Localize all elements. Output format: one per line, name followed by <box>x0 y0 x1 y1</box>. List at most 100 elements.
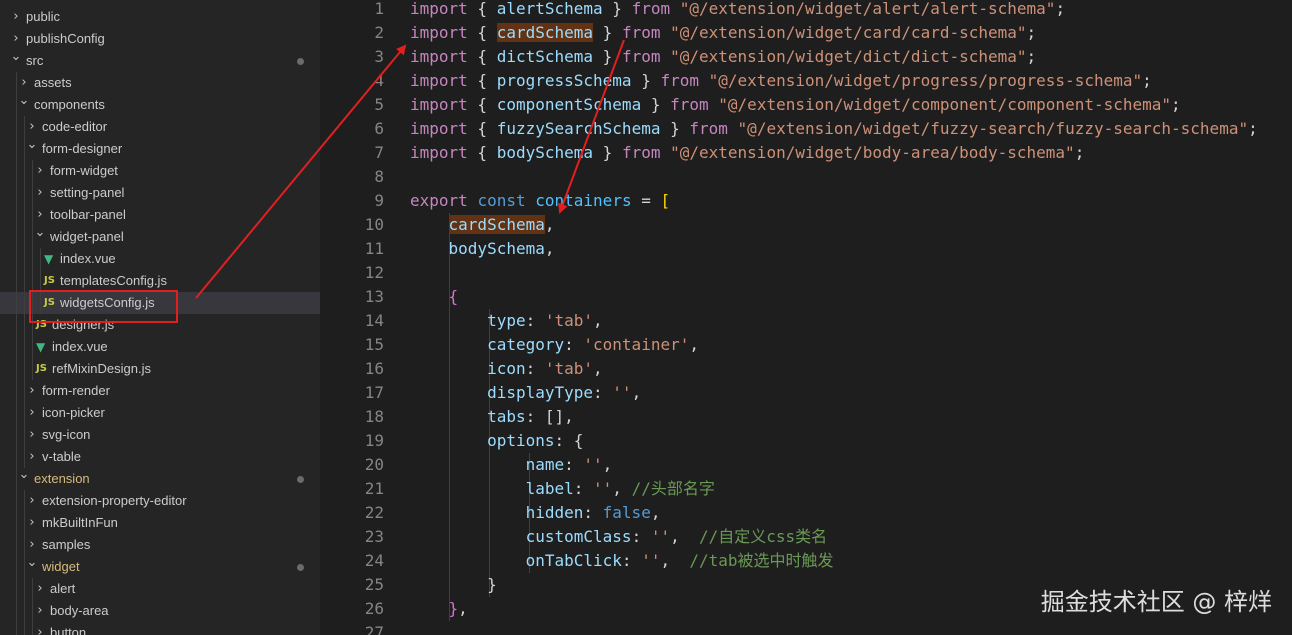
code-token: fuzzySearchSchema <box>496 119 661 138</box>
code-line[interactable]: 24 onTabClick: '', //tab被选中时触发 <box>320 549 1292 573</box>
code-line[interactable]: 3 import { dictSchema } from "@/extension… <box>320 45 1292 69</box>
code-line[interactable]: 18 tabs: [], <box>320 405 1292 429</box>
chevron-right-icon[interactable]: › <box>34 622 46 635</box>
line-number: 2 <box>374 23 384 42</box>
code-line[interactable]: 2 import { cardSchema } from "@/extension… <box>320 21 1292 45</box>
tree-item[interactable]: › code-editor <box>0 116 320 138</box>
tree-item[interactable]: JS refMixinDesign.js <box>0 358 320 380</box>
tree-item[interactable]: › samples <box>0 534 320 556</box>
tree-item[interactable]: › icon-picker <box>0 402 320 424</box>
chevron-right-icon[interactable]: › <box>34 204 46 226</box>
chevron-down-icon[interactable]: ⌄ <box>34 226 46 248</box>
chevron-right-icon[interactable]: › <box>26 490 38 512</box>
chevron-right-icon[interactable]: › <box>10 28 22 50</box>
line-number: 4 <box>374 71 384 90</box>
tree-item[interactable]: JS designer.js <box>0 314 320 336</box>
tree-item[interactable]: ⌄ widget <box>0 556 320 578</box>
chevron-down-icon[interactable]: ⌄ <box>26 556 38 578</box>
code-line[interactable]: 13 { <box>320 285 1292 309</box>
tree-item[interactable]: ⌄ widget-panel <box>0 226 320 248</box>
chevron-down-icon[interactable]: ⌄ <box>26 138 38 160</box>
tree-item[interactable]: › setting-panel <box>0 182 320 204</box>
code-line[interactable]: 27 <box>320 621 1292 635</box>
tree-item-label: designer.js <box>52 317 115 332</box>
code-line[interactable]: 5 import { componentSchema } from "@/exte… <box>320 93 1292 117</box>
code-line[interactable]: 15 category: 'container', <box>320 333 1292 357</box>
tree-item[interactable]: ⌄ form-designer <box>0 138 320 160</box>
code-line[interactable]: 20 name: '', <box>320 453 1292 477</box>
code-line[interactable]: 17 displayType: '', <box>320 381 1292 405</box>
chevron-right-icon[interactable]: › <box>34 182 46 204</box>
code-text: name: '', <box>410 453 613 477</box>
chevron-right-icon[interactable]: › <box>26 380 38 402</box>
chevron-right-icon[interactable]: › <box>26 446 38 468</box>
chevron-right-icon[interactable]: › <box>26 402 38 424</box>
tree-item[interactable]: › public <box>0 6 320 28</box>
code-line[interactable]: 23 customClass: '', //自定义css类名 <box>320 525 1292 549</box>
code-text: import { cardSchema } from "@/extension/… <box>410 21 1036 45</box>
code-line[interactable]: 1 import { alertSchema } from "@/extensio… <box>320 0 1292 21</box>
tree-item[interactable]: › publishConfig <box>0 28 320 50</box>
code-line[interactable]: 8 <box>320 165 1292 189</box>
tree-item[interactable]: › body-area <box>0 600 320 622</box>
code-token: bodySchema <box>496 143 594 162</box>
modified-dot-icon <box>297 58 304 65</box>
tree-item[interactable]: › v-table <box>0 446 320 468</box>
chevron-right-icon[interactable]: › <box>26 534 38 556</box>
tree-item[interactable]: JS templatesConfig.js <box>0 270 320 292</box>
chevron-down-icon[interactable]: ⌄ <box>18 468 30 490</box>
code-text: export const containers = [ <box>410 189 670 213</box>
chevron-right-icon[interactable]: › <box>34 160 46 182</box>
code-line[interactable]: 11 bodySchema, <box>320 237 1292 261</box>
chevron-right-icon[interactable]: › <box>34 578 46 600</box>
tree-item[interactable]: › svg-icon <box>0 424 320 446</box>
code-line[interactable]: 10 cardSchema, <box>320 213 1292 237</box>
tree-item[interactable]: › button <box>0 622 320 635</box>
tree-item[interactable]: ▼ index.vue <box>0 248 320 270</box>
chevron-right-icon[interactable]: › <box>10 6 22 28</box>
indent-guide <box>24 600 25 622</box>
code-editor[interactable]: 1 import { alertSchema } from "@/extensio… <box>320 0 1292 635</box>
code-line[interactable]: 4 import { progressSchema } from "@/exten… <box>320 69 1292 93</box>
code-text: import { fuzzySearchSchema } from "@/ext… <box>410 117 1258 141</box>
chevron-right-icon[interactable]: › <box>26 424 38 446</box>
chevron-right-icon[interactable]: › <box>34 600 46 622</box>
tree-item[interactable]: › extension-property-editor <box>0 490 320 512</box>
code-token: { <box>467 23 497 42</box>
chevron-down-icon[interactable]: ⌄ <box>10 50 22 72</box>
indent-guide <box>24 270 25 292</box>
code-line[interactable]: 9 export const containers = [ <box>320 189 1292 213</box>
code-line[interactable]: 16 icon: 'tab', <box>320 357 1292 381</box>
tree-item[interactable]: ▼ index.vue <box>0 336 320 358</box>
code-token: } <box>448 599 459 618</box>
tree-item[interactable]: › assets <box>0 72 320 94</box>
tree-item[interactable]: ⌄ extension <box>0 468 320 490</box>
chevron-right-icon[interactable]: › <box>26 116 38 138</box>
code-line[interactable]: 7 import { bodySchema } from "@/extension… <box>320 141 1292 165</box>
code-line[interactable]: 12 <box>320 261 1292 285</box>
code-line[interactable]: 19 options: { <box>320 429 1292 453</box>
code-token: onTabClick <box>525 551 622 570</box>
code-token: } <box>593 23 622 42</box>
tree-item[interactable]: › form-render <box>0 380 320 402</box>
tree-item[interactable]: ⌄ components <box>0 94 320 116</box>
chevron-right-icon[interactable]: › <box>26 512 38 534</box>
chevron-right-icon[interactable]: › <box>18 72 30 94</box>
code-text: tabs: [], <box>410 405 574 429</box>
code-token: //头部名字 <box>631 479 715 498</box>
code-token: { <box>467 119 497 138</box>
tree-item[interactable]: › mkBuiltInFun <box>0 512 320 534</box>
tree-item[interactable]: JS widgetsConfig.js <box>0 292 320 314</box>
code-line[interactable]: 21 label: '', //头部名字 <box>320 477 1292 501</box>
code-line[interactable]: 6 import { fuzzySearchSchema } from "@/ex… <box>320 117 1292 141</box>
tree-item[interactable]: › alert <box>0 578 320 600</box>
code-token: { <box>467 47 497 66</box>
chevron-down-icon[interactable]: ⌄ <box>18 94 30 116</box>
code-line[interactable]: 14 type: 'tab', <box>320 309 1292 333</box>
indent-guide <box>24 424 25 446</box>
code-token: ; <box>1142 71 1152 90</box>
tree-item[interactable]: ⌄ src <box>0 50 320 72</box>
tree-item[interactable]: › toolbar-panel <box>0 204 320 226</box>
tree-item[interactable]: › form-widget <box>0 160 320 182</box>
code-line[interactable]: 22 hidden: false, <box>320 501 1292 525</box>
